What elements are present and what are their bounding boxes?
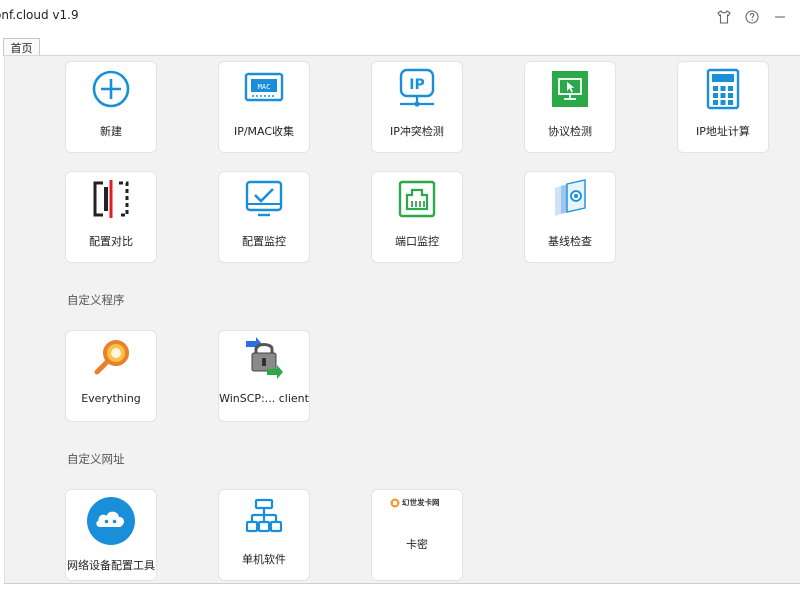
url-label: 单机软件 bbox=[242, 553, 286, 566]
tool-protocol-check[interactable]: 协议检测 bbox=[524, 61, 616, 153]
bottom-border bbox=[4, 583, 800, 584]
program-winscp[interactable]: WinSCP:... client bbox=[218, 330, 310, 422]
tool-label: IP冲突检测 bbox=[390, 125, 444, 138]
site-logo-icon: 幻世发卡网 bbox=[390, 497, 440, 508]
app-title: onf.cloud v1.9 bbox=[0, 8, 79, 22]
url-standalone-software[interactable]: 单机软件 bbox=[218, 489, 310, 581]
tool-label: 新建 bbox=[100, 125, 122, 138]
tool-label: 端口监控 bbox=[395, 235, 439, 248]
monitor-check-icon bbox=[245, 180, 283, 217]
lock-transfer-icon bbox=[246, 337, 283, 379]
url-label: 网络设备配置工具 bbox=[67, 559, 155, 572]
url-label: 卡密 bbox=[406, 538, 428, 551]
magnifier-icon bbox=[94, 340, 129, 375]
tool-baseline-check[interactable]: 基线检查 bbox=[524, 171, 616, 263]
ethernet-port-icon bbox=[398, 180, 436, 218]
site-logo-text: 幻世发卡网 bbox=[402, 498, 440, 507]
baseline-layers-icon bbox=[555, 179, 586, 216]
svg-text:IP: IP bbox=[409, 77, 424, 93]
tool-config-compare[interactable]: 配置对比 bbox=[65, 171, 157, 263]
tab-home[interactable]: 首页 bbox=[3, 38, 40, 56]
tool-label: 配置对比 bbox=[89, 235, 133, 248]
program-label: Everything bbox=[81, 392, 141, 405]
shirt-icon[interactable] bbox=[715, 8, 733, 26]
tool-label: 基线检查 bbox=[548, 235, 592, 248]
tab-bar: 首页 bbox=[0, 34, 800, 56]
ip-network-icon: IP bbox=[399, 68, 435, 107]
screen-cursor-icon bbox=[552, 71, 588, 107]
tool-new[interactable]: 新建 bbox=[65, 61, 157, 153]
minimize-icon[interactable] bbox=[771, 8, 789, 26]
mac-chip-icon: MAC bbox=[244, 72, 284, 102]
main-content: 新建 MAC IP/MAC收集 IP IP冲突检测 协议检测 IP地址计算 配置… bbox=[4, 55, 800, 583]
program-everything[interactable]: Everything bbox=[65, 330, 157, 422]
title-bar: onf.cloud v1.9 bbox=[0, 0, 800, 34]
tool-label: 协议检测 bbox=[548, 125, 592, 138]
tool-ip-mac-collect[interactable]: MAC IP/MAC收集 bbox=[218, 61, 310, 153]
tool-config-monitor[interactable]: 配置监控 bbox=[218, 171, 310, 263]
section-title-custom-programs: 自定义程序 bbox=[67, 293, 125, 307]
tool-label: 配置监控 bbox=[242, 235, 286, 248]
program-label: WinSCP:... client bbox=[219, 392, 309, 405]
app-window: onf.cloud v1.9 首页 新建 MAC IP/MAC收集 IP IP冲… bbox=[0, 0, 800, 600]
section-title-custom-urls: 自定义网址 bbox=[67, 452, 125, 466]
tool-ip-conflict[interactable]: IP IP冲突检测 bbox=[371, 61, 463, 153]
plus-circle-icon bbox=[92, 70, 130, 108]
tool-port-monitor[interactable]: 端口监控 bbox=[371, 171, 463, 263]
network-tree-icon bbox=[245, 498, 283, 533]
tool-ip-calc[interactable]: IP地址计算 bbox=[677, 61, 769, 153]
calculator-icon bbox=[706, 68, 740, 110]
tool-label: IP地址计算 bbox=[696, 125, 750, 138]
compare-icon bbox=[93, 180, 129, 218]
tool-label: IP/MAC收集 bbox=[233, 125, 295, 138]
svg-text:MAC: MAC bbox=[258, 83, 271, 91]
cloud-app-icon bbox=[87, 497, 135, 545]
url-network-config-tool[interactable]: 网络设备配置工具 bbox=[65, 489, 157, 581]
help-icon[interactable] bbox=[743, 8, 761, 26]
url-card-key[interactable]: 幻世发卡网 卡密 bbox=[371, 489, 463, 581]
